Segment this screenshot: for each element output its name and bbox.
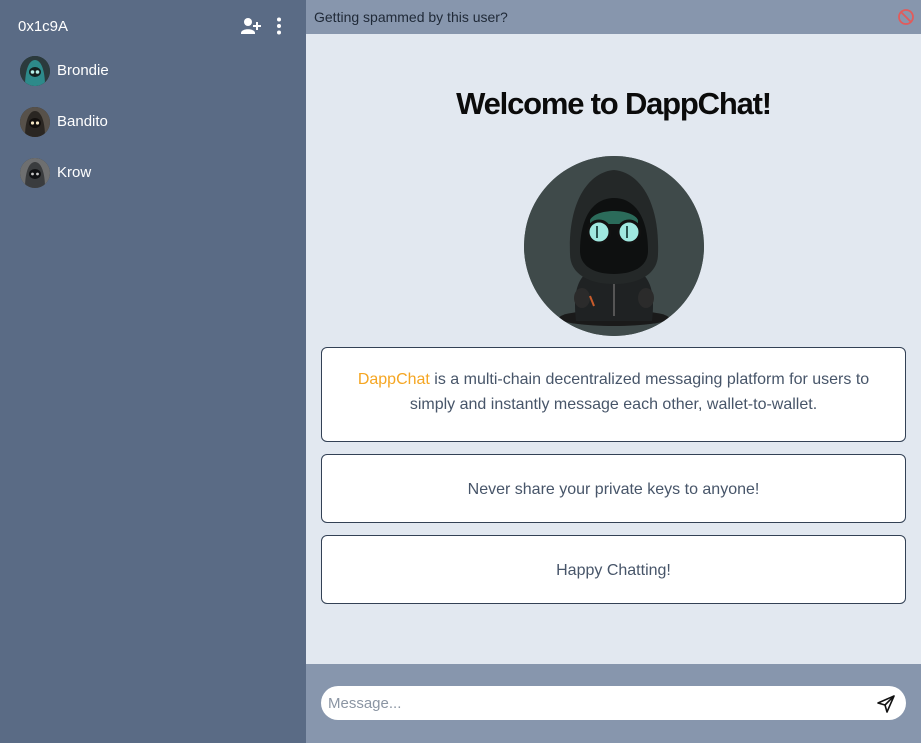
person-add-icon [241, 18, 261, 34]
welcome-panel: Welcome to DappChat! DappChat is a multi… [306, 34, 921, 664]
account-address: 0x1c9A [18, 18, 69, 35]
contact-item-krow[interactable]: Krow [20, 158, 290, 190]
contact-name: Krow [57, 164, 92, 181]
avatar [20, 158, 50, 188]
contact-name: Bandito [57, 113, 108, 130]
send-button[interactable] [876, 694, 896, 714]
brand-name: DappChat [357, 371, 430, 388]
spam-prompt: Getting spammed by this user? [314, 9, 508, 25]
intro-text: is a multi-chain decentralized messaging… [409, 371, 870, 413]
sidebar-header: 0x1c9A [18, 17, 292, 37]
warning-text: Never share your private keys to anyone! [467, 481, 760, 498]
sidebar: 0x1c9A Brondie Bandito Krow [0, 0, 306, 743]
block-icon [898, 9, 914, 25]
send-icon [877, 695, 895, 713]
contact-item-brondie[interactable]: Brondie [20, 56, 290, 88]
message-input[interactable] [328, 686, 858, 720]
avatar [20, 107, 50, 137]
closing-card: Happy Chatting! [321, 535, 906, 604]
block-user-button[interactable] [897, 8, 915, 26]
message-box [321, 686, 906, 720]
mascot-image [524, 156, 704, 336]
warning-card: Never share your private keys to anyone! [321, 454, 906, 523]
add-user-button[interactable] [240, 16, 262, 36]
contact-name: Brondie [57, 62, 109, 79]
message-composer [306, 664, 921, 743]
chat-header: Getting spammed by this user? [306, 0, 921, 34]
more-options-button[interactable] [272, 16, 286, 36]
intro-card: DappChat is a multi-chain decentralized … [321, 347, 906, 442]
contact-item-bandito[interactable]: Bandito [20, 107, 290, 139]
closing-text: Happy Chatting! [556, 562, 671, 579]
avatar [20, 56, 50, 86]
welcome-title: Welcome to DappChat! [456, 86, 772, 121]
more-vertical-icon [277, 17, 281, 35]
